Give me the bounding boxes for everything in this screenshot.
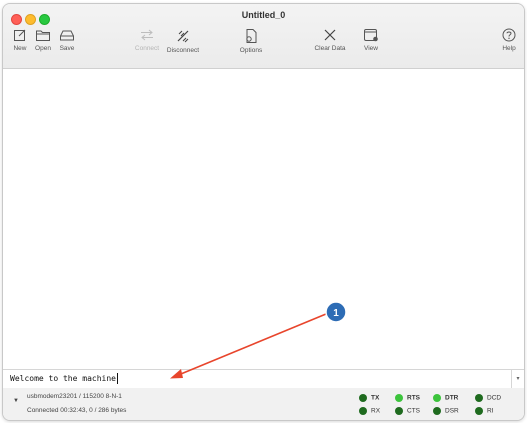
- annotation-arrowhead: [170, 369, 183, 379]
- annotation-arrow: [175, 313, 327, 377]
- annotation-overlay: 1: [170, 301, 347, 379]
- annotation-number: 1: [333, 308, 339, 319]
